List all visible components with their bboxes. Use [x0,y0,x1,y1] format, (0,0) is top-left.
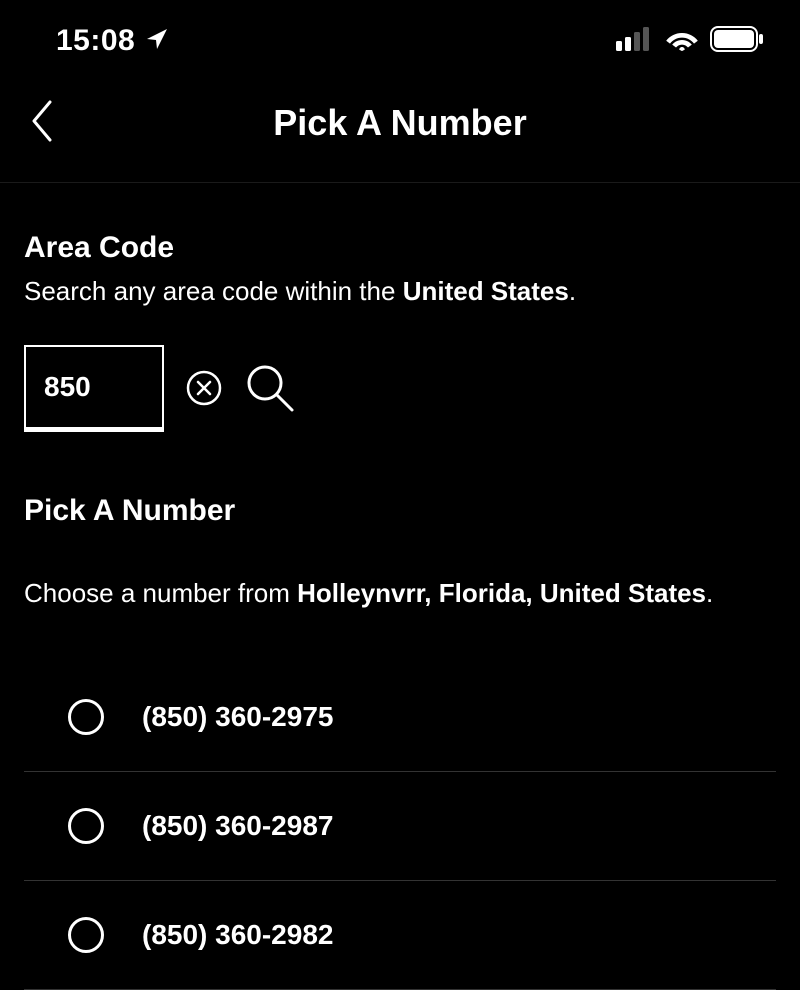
cellular-signal-icon [616,27,654,56]
content: Area Code Search any area code within th… [0,183,800,990]
pick-number-section: Pick A Number Choose a number from Holle… [24,494,776,990]
wifi-icon [666,27,698,56]
radio-circle-icon [68,699,104,735]
chevron-left-icon [28,98,56,144]
back-button[interactable] [28,98,56,149]
area-code-desc-bold: United States [403,276,569,306]
number-option[interactable]: (850) 360-2982 [24,881,776,990]
page-title: Pick A Number [28,102,772,144]
number-option-label: (850) 360-2982 [142,919,333,951]
pick-number-description: Choose a number from Holleynvrr, Florida… [24,578,776,609]
close-circle-icon [186,370,222,406]
pick-number-heading: Pick A Number [24,494,776,528]
number-option-label: (850) 360-2975 [142,701,333,733]
number-option-label: (850) 360-2987 [142,810,333,842]
pick-desc-suffix: . [706,578,713,608]
nav-header: Pick A Number [0,72,800,183]
number-option[interactable]: (850) 360-2987 [24,772,776,881]
area-code-desc-prefix: Search any area code within the [24,276,403,306]
battery-icon [710,26,764,57]
area-code-heading: Area Code [24,231,776,265]
location-arrow-icon [145,27,169,56]
search-row [24,345,776,432]
radio-circle-icon [68,808,104,844]
clear-button[interactable] [186,370,222,406]
search-button[interactable] [244,362,296,414]
search-icon [244,362,296,414]
status-left: 15:08 [56,24,169,58]
area-code-section: Area Code Search any area code within th… [24,231,776,432]
status-bar: 15:08 [0,0,800,72]
area-code-description: Search any area code within the United S… [24,275,776,309]
pick-desc-bold: Holleynvrr, Florida, United States [297,578,706,608]
pick-desc-prefix: Choose a number from [24,578,297,608]
status-right [616,26,764,57]
number-list: (850) 360-2975 (850) 360-2987 (850) 360-… [24,699,776,990]
status-time: 15:08 [56,24,135,58]
area-code-input[interactable] [24,345,164,432]
area-code-desc-suffix: . [569,276,576,306]
radio-circle-icon [68,917,104,953]
number-option[interactable]: (850) 360-2975 [24,699,776,772]
